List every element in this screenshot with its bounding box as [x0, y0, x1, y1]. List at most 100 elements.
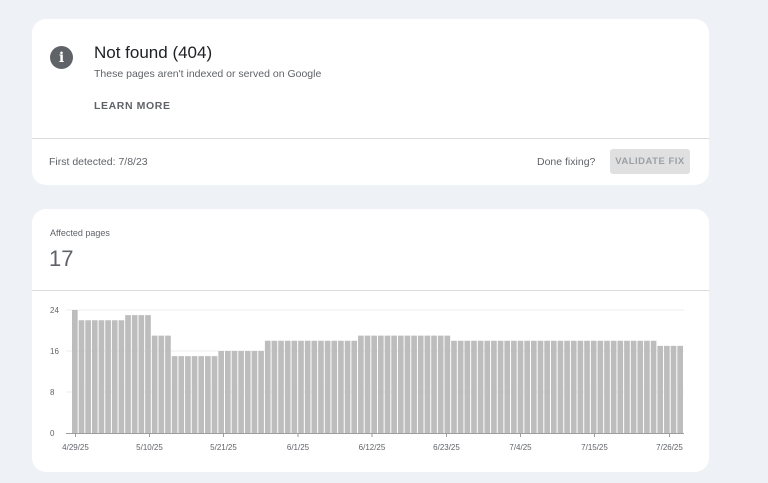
- bar: [471, 340, 477, 433]
- bar: [98, 320, 105, 433]
- bar: [378, 335, 384, 433]
- bar: [617, 340, 624, 433]
- bar: [564, 340, 570, 433]
- affected-pages-card: Affected pages 17 0 8 16 24 4/29/25 5/10/25 5/…: [32, 209, 709, 472]
- learn-more-link[interactable]: LEARN MORE: [94, 100, 171, 112]
- bar: [677, 345, 683, 433]
- y-tick-label: 0: [50, 429, 55, 438]
- bar: [597, 340, 604, 433]
- bar: [178, 356, 185, 433]
- x-tick-label: 7/4/25: [509, 443, 532, 452]
- bar: [484, 340, 491, 433]
- bar: [371, 335, 377, 433]
- validate-fix-button[interactable]: VALIDATE FIX: [610, 149, 690, 174]
- bar: [391, 335, 397, 433]
- bar: [171, 356, 178, 433]
- bar: [151, 335, 158, 433]
- bar: [451, 340, 457, 433]
- issue-card: i Not found (404) These pages aren't ind…: [32, 19, 709, 185]
- bar: [291, 340, 298, 433]
- bar: [544, 340, 550, 433]
- bar: [311, 340, 318, 433]
- bar: [664, 345, 670, 433]
- bar: [670, 345, 677, 433]
- bar: [524, 340, 530, 433]
- bar: [211, 356, 218, 433]
- bar: [278, 340, 284, 433]
- bar: [624, 340, 630, 433]
- bar: [238, 351, 244, 433]
- bar: [537, 340, 544, 433]
- first-detected-text: First detected: 7/8/23: [49, 156, 148, 168]
- bar: [491, 340, 497, 433]
- x-tick-label: 6/12/25: [359, 443, 386, 452]
- bar: [431, 335, 437, 433]
- bar: [610, 340, 617, 433]
- x-tick-label: 7/26/25: [656, 443, 683, 452]
- bar: [158, 335, 165, 433]
- bar: [191, 356, 198, 433]
- bar: [284, 340, 291, 433]
- bar: [131, 315, 138, 433]
- bar: [258, 351, 264, 433]
- bar: [531, 340, 537, 433]
- info-icon: i: [50, 46, 73, 69]
- bar: [570, 340, 577, 433]
- bar: [251, 351, 258, 433]
- affected-pages-chart: 0 8 16 24 4/29/25 5/10/25 5/21/25 6/1/25 6/12/25…: [50, 306, 684, 452]
- bar: [304, 340, 311, 433]
- bar: [198, 356, 205, 433]
- bar: [85, 320, 91, 433]
- bar: [225, 351, 231, 433]
- bar: [477, 340, 484, 433]
- bar: [644, 340, 650, 433]
- bar: [497, 340, 504, 433]
- divider: [32, 138, 709, 139]
- bar: [298, 340, 304, 433]
- bar: [244, 351, 251, 433]
- bar: [91, 320, 98, 433]
- bar: [218, 351, 224, 433]
- bar: [324, 340, 331, 433]
- bar: [118, 320, 125, 433]
- bar: [550, 340, 557, 433]
- bar: [344, 340, 351, 433]
- bar: [411, 335, 417, 433]
- bar: [424, 335, 431, 433]
- bar: [657, 345, 664, 433]
- bar: [145, 315, 151, 433]
- x-tick-label: 5/21/25: [210, 443, 237, 452]
- bar: [417, 335, 424, 433]
- bar: [437, 335, 444, 433]
- bar: [205, 356, 211, 433]
- x-tick-label: 4/29/25: [62, 443, 89, 452]
- bar: [271, 340, 278, 433]
- bar: [517, 340, 524, 433]
- bar: [604, 340, 610, 433]
- bar: [111, 320, 118, 433]
- bar: [504, 340, 511, 433]
- bar: [72, 310, 78, 433]
- x-tick-label: 6/1/25: [287, 443, 310, 452]
- bar: [630, 340, 637, 433]
- done-fixing-text: Done fixing?: [537, 156, 596, 168]
- bar: [358, 335, 364, 433]
- bar: [231, 351, 238, 433]
- bar: [557, 340, 564, 433]
- y-tick-label: 16: [50, 347, 59, 356]
- bar: [185, 356, 191, 433]
- issue-subtitle: These pages aren't indexed or served on …: [94, 68, 322, 80]
- x-tick-label: 6/23/25: [433, 443, 460, 452]
- bar: [78, 320, 85, 433]
- bar: [584, 340, 590, 433]
- bar: [464, 340, 471, 433]
- bar: [404, 335, 411, 433]
- bar: [384, 335, 391, 433]
- bar: [590, 340, 597, 433]
- bar: [577, 340, 584, 433]
- bar: [338, 340, 344, 433]
- bar: [331, 340, 338, 433]
- bar: [650, 340, 657, 433]
- bar: [125, 315, 131, 433]
- x-tick-label: 5/10/25: [136, 443, 163, 452]
